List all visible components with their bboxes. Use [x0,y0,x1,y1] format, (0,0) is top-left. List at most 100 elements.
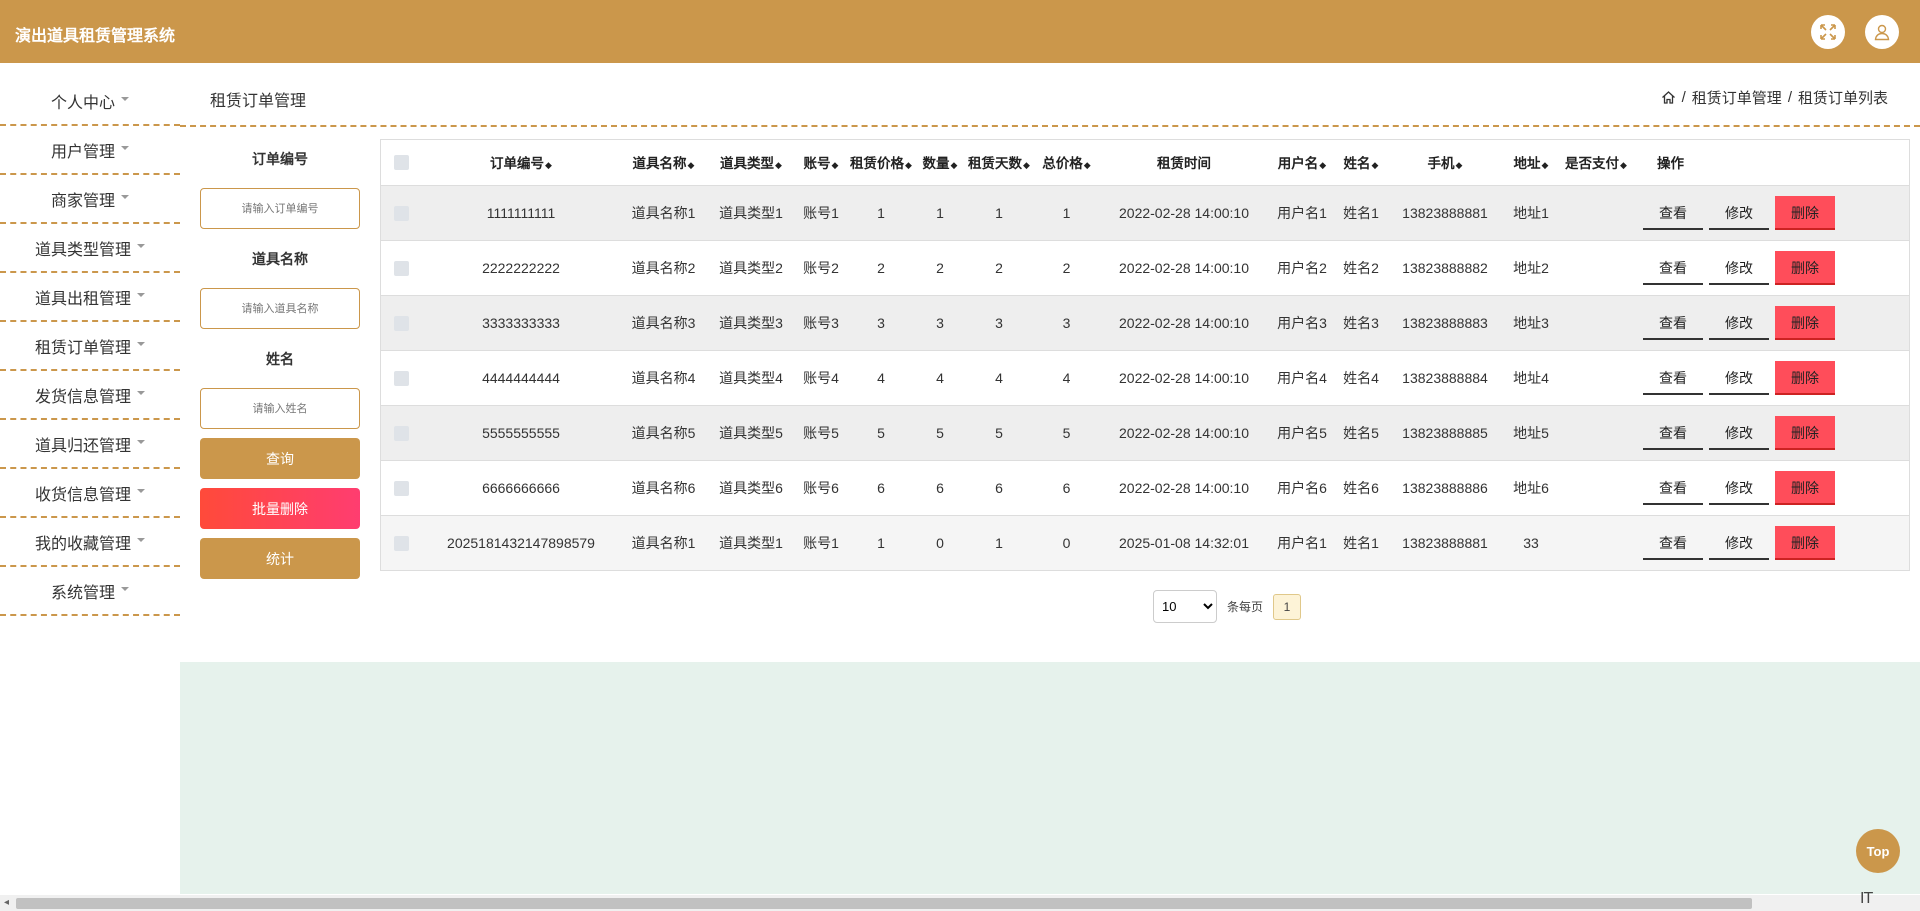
delete-button[interactable]: 删除 [1775,415,1835,450]
sidebar-item-receipts[interactable]: 收货信息管理 [0,469,180,518]
query-button[interactable]: 查询 [200,438,360,479]
name-input[interactable] [200,388,360,429]
sort-icon: ◆ [545,160,552,171]
column-header[interactable]: 姓名◆ [1335,140,1387,185]
delete-button[interactable]: 删除 [1775,525,1835,560]
sidebar-item-prop-types[interactable]: 道具类型管理 [0,224,180,273]
sort-icon: ◆ [1371,160,1379,171]
caret-down-icon [137,439,145,444]
edit-button[interactable]: 修改 [1709,196,1769,230]
edit-button[interactable]: 修改 [1709,361,1769,395]
order-no-input[interactable] [200,188,360,229]
sidebar-item-users[interactable]: 用户管理 [0,126,180,175]
sidebar-item-favorites[interactable]: 我的收藏管理 [0,518,180,567]
breadcrumb-item-rental-orders[interactable]: 租赁订单管理 [1692,87,1782,108]
edit-button[interactable]: 修改 [1709,526,1769,560]
sidebar-item-merchants[interactable]: 商家管理 [0,175,180,224]
view-button[interactable]: 查看 [1643,306,1703,340]
caret-down-icon [121,194,129,199]
back-to-top-button[interactable]: Top [1856,829,1900,873]
delete-button[interactable]: 删除 [1775,195,1835,230]
sidebar-item-label: 我的收藏管理 [34,535,131,553]
column-header[interactable]: 数量◆ [916,140,964,185]
page-size-select[interactable]: 10 [1153,590,1217,623]
stats-button[interactable]: 统计 [200,538,360,579]
orders-table: 订单编号◆ 道具名称◆ 道具类型◆ 账号◆ 租赁价格◆ 数量◆ 租赁天数◆ 总价… [380,139,1910,571]
column-header[interactable]: 是否支付◆ [1559,140,1633,185]
sidebar-item-shipping[interactable]: 发货信息管理 [0,371,180,420]
column-header[interactable]: 账号◆ [796,140,846,185]
delete-button[interactable]: 删除 [1775,470,1835,505]
edit-button[interactable]: 修改 [1709,471,1769,505]
table-cell: 姓名1 [1343,204,1379,221]
select-all-checkbox[interactable] [393,155,409,171]
column-header[interactable]: 地址◆ [1503,140,1559,185]
table-cell: 账号6 [803,479,839,496]
edit-button[interactable]: 修改 [1709,306,1769,340]
page-number-current[interactable]: 1 [1273,593,1302,620]
column-header[interactable]: 租赁天数◆ [964,140,1034,185]
fullscreen-button[interactable] [1811,15,1845,49]
caret-down-icon [121,586,129,591]
batch-delete-button[interactable]: 批量删除 [200,488,360,529]
row-checkbox[interactable] [393,260,409,276]
view-button[interactable]: 查看 [1643,416,1703,450]
table-cell [1559,460,1633,515]
column-header[interactable]: 总价格◆ [1034,140,1099,185]
edit-button[interactable]: 修改 [1709,416,1769,450]
view-button[interactable]: 查看 [1643,471,1703,505]
sidebar-item-personal-center[interactable]: 个人中心 [0,77,180,126]
column-header[interactable]: 手机◆ [1387,140,1503,185]
sidebar: 个人中心 用户管理 商家管理 道具类型管理 道具出租管理 租赁订单管理 发货信息… [0,63,180,911]
view-button[interactable]: 查看 [1643,526,1703,560]
row-checkbox[interactable] [393,536,409,552]
sidebar-item-returns[interactable]: 道具归还管理 [0,420,180,469]
table-cell: 姓名1 [1343,534,1379,551]
scroll-left-icon[interactable]: ◂ [4,897,9,908]
order-no-label: 订单编号 [252,151,308,167]
user-button[interactable] [1865,15,1899,49]
edit-button[interactable]: 修改 [1709,251,1769,285]
view-button[interactable]: 查看 [1643,251,1703,285]
column-header[interactable]: 订单编号◆ [421,140,621,185]
view-button[interactable]: 查看 [1643,196,1703,230]
item-name-input[interactable] [200,288,360,329]
table-cell: 13823888882 [1402,259,1488,276]
table-cell: 6 [1062,479,1071,496]
column-header[interactable]: 道具名称◆ [621,140,706,185]
caret-down-icon [137,537,145,542]
sidebar-item-rental-orders[interactable]: 租赁订单管理 [0,322,180,371]
home-icon[interactable] [1661,90,1676,105]
table-cell: 2 [877,259,885,276]
horizontal-scrollbar[interactable]: ◂ [0,895,1920,911]
row-checkbox[interactable] [393,480,409,496]
sort-icon: ◆ [1083,160,1091,171]
row-checkbox[interactable] [393,315,409,331]
delete-button[interactable]: 删除 [1775,250,1835,285]
caret-down-icon [137,292,145,297]
sidebar-item-system[interactable]: 系统管理 [0,567,180,616]
sort-icon: ◆ [1620,160,1627,171]
table-cell: 6 [877,479,885,496]
table-cell: 姓名6 [1343,479,1379,496]
table-cell: 2025181432147898579 [447,534,595,551]
table-cell [1559,350,1633,405]
table-cell: 2222222222 [482,259,560,276]
sidebar-item-prop-rental[interactable]: 道具出租管理 [0,273,180,322]
table-cell: 地址1 [1513,204,1549,221]
delete-button[interactable]: 删除 [1775,305,1835,340]
row-checkbox[interactable] [393,205,409,221]
view-button[interactable]: 查看 [1643,361,1703,395]
delete-button[interactable]: 删除 [1775,360,1835,395]
row-checkbox[interactable] [393,425,409,441]
scrollbar-thumb[interactable] [16,898,1752,909]
table-cell: 地址6 [1513,479,1549,496]
column-header[interactable]: 用户名◆ [1269,140,1335,185]
table-cell: 1 [936,204,944,221]
table-cell: 13823888884 [1402,369,1488,386]
row-checkbox[interactable] [393,370,409,386]
item-name-label: 道具名称 [252,251,308,267]
column-header[interactable]: 租赁价格◆ [846,140,916,185]
table-cell: 2022-02-28 14:00:10 [1119,479,1249,496]
column-header[interactable]: 道具类型◆ [706,140,796,185]
